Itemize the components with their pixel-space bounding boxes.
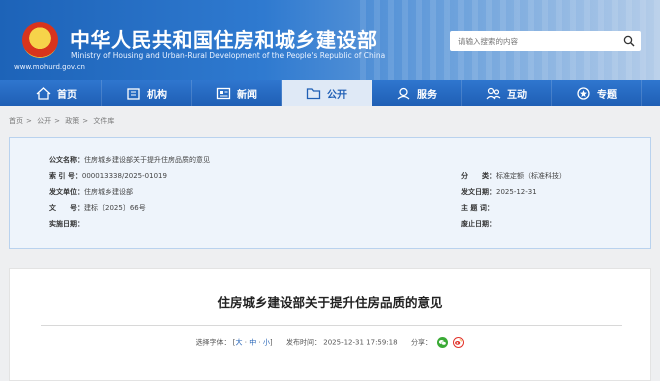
font-size-large[interactable]: 大 — [236, 339, 243, 347]
building-icon — [126, 87, 141, 100]
meta-index-label: 索 引 号： — [49, 172, 82, 180]
site-title[interactable]: 中华人民共和国住房和城乡建设部 — [70, 24, 378, 53]
wechat-share-icon[interactable] — [437, 337, 449, 348]
meta-index-value: 000013338/2025-01019 — [81, 172, 167, 180]
nav-item-topic[interactable]: 专题 — [552, 80, 642, 106]
breadcrumb: 首页 > 公开 > 政策 > 文件库 — [9, 116, 117, 126]
interact-icon — [486, 87, 501, 100]
nav-label: 首页 — [57, 89, 77, 101]
publish-time-value: 2025-12-31 17:59:18 — [323, 338, 398, 347]
nav-item-open[interactable]: 公开 — [282, 80, 372, 106]
meta-index-row: 索 引 号：000013338/2025-01019 — [49, 171, 167, 181]
title-divider — [41, 325, 622, 326]
service-icon — [396, 87, 411, 100]
meta-docno-label: 文 号： — [49, 204, 84, 212]
search-box — [450, 31, 641, 51]
meta-effective-row: 实施日期： — [49, 219, 84, 229]
font-size-small[interactable]: 小 — [263, 339, 270, 347]
nav-label: 服务 — [417, 89, 437, 101]
site-subtitle-en: Ministry of Housing and Urban-Rural Deve… — [71, 51, 386, 60]
nav-label: 新闻 — [237, 89, 257, 101]
meta-expire-label: 废止日期： — [461, 220, 496, 228]
meta-date-value: 2025-12-31 — [496, 188, 537, 196]
meta-category-label: 分 类： — [461, 172, 496, 180]
nav-label: 专题 — [597, 89, 617, 101]
search-icon[interactable] — [623, 35, 635, 47]
news-icon — [216, 87, 231, 100]
nav-item-interaction[interactable]: 互动 — [462, 80, 552, 106]
font-size-separator: · — [256, 338, 263, 347]
nav-label: 互动 — [507, 89, 527, 101]
document-metadata-box: 公文名称：住房城乡建设部关于提升住房品质的意见 索 引 号：000013338/… — [9, 137, 651, 249]
breadcrumb-separator: > — [82, 117, 89, 125]
breadcrumb-link-library[interactable]: 文件库 — [93, 117, 114, 125]
nav-label: 机构 — [147, 89, 167, 101]
meta-docno-row: 文 号：建标〔2025〕66号 — [49, 203, 146, 213]
meta-issuer-value: 住房城乡建设部 — [84, 188, 133, 196]
font-size-selector: 选择字体： [大 · 中 · 小] — [196, 339, 275, 347]
article-title: 住房城乡建设部关于提升住房品质的意见 — [217, 295, 443, 310]
meta-subject-row: 主 题 词： — [461, 203, 494, 213]
meta-category-row: 分 类：标准定额（标准科技） — [461, 171, 566, 181]
article-card: 住房城乡建设部关于提升住房品质的意见 选择字体： [大 · 中 · 小] 发布时… — [9, 268, 651, 381]
home-icon — [36, 86, 51, 100]
meta-date-label: 发文日期： — [461, 188, 496, 196]
main-nav: 首页 机构 新闻 公开 服务 互动 专题 — [0, 80, 660, 106]
font-size-bracket: ] — [269, 338, 273, 347]
weibo-share-icon[interactable] — [453, 337, 465, 348]
nav-item-news[interactable]: 新闻 — [192, 80, 282, 106]
publish-time-label: 发布时间： — [286, 338, 322, 347]
nav-label: 公开 — [327, 89, 347, 101]
open-icon — [306, 87, 321, 100]
search-input[interactable] — [450, 31, 615, 51]
meta-subject-label: 主 题 词： — [461, 204, 494, 212]
meta-effective-label: 实施日期： — [49, 220, 84, 228]
meta-title-row: 公文名称：住房城乡建设部关于提升住房品质的意见 — [49, 155, 210, 165]
nav-item-organization[interactable]: 机构 — [102, 80, 192, 106]
breadcrumb-link-policy[interactable]: 政策 — [65, 117, 79, 125]
share-label: 分享： — [410, 338, 432, 347]
emblem-star-icon: ★ — [33, 28, 43, 41]
breadcrumb-separator: > — [26, 117, 32, 125]
nav-item-service[interactable]: 服务 — [372, 80, 462, 106]
meta-docno-value: 建标〔2025〕66号 — [84, 204, 146, 212]
breadcrumb-link-open[interactable]: 公开 — [37, 117, 51, 125]
font-size-label: 选择字体： — [195, 338, 231, 347]
breadcrumb-separator: > — [54, 117, 60, 125]
meta-date-row: 发文日期：2025-12-31 — [461, 187, 537, 197]
nav-item-home[interactable]: 首页 — [12, 80, 102, 106]
meta-category-value: 标准定额（标准科技） — [496, 172, 566, 180]
topic-icon — [576, 86, 591, 100]
meta-issuer-label: 发文单位： — [49, 188, 84, 196]
meta-issuer-row: 发文单位：住房城乡建设部 — [49, 187, 133, 197]
article-info-row: 选择字体： [大 · 中 · 小] 发布时间： 2025-12-31 17:59… — [10, 337, 650, 348]
meta-title-value: 住房城乡建设部关于提升住房品质的意见 — [84, 156, 210, 164]
meta-title-label: 公文名称： — [49, 156, 84, 164]
site-url: www.mohurd.gov.cn — [14, 63, 85, 71]
site-header: ★ 中华人民共和国住房和城乡建设部 Ministry of Housing an… — [0, 0, 660, 80]
breadcrumb-link-home[interactable]: 首页 — [9, 117, 23, 125]
meta-expire-row: 废止日期： — [461, 219, 496, 229]
